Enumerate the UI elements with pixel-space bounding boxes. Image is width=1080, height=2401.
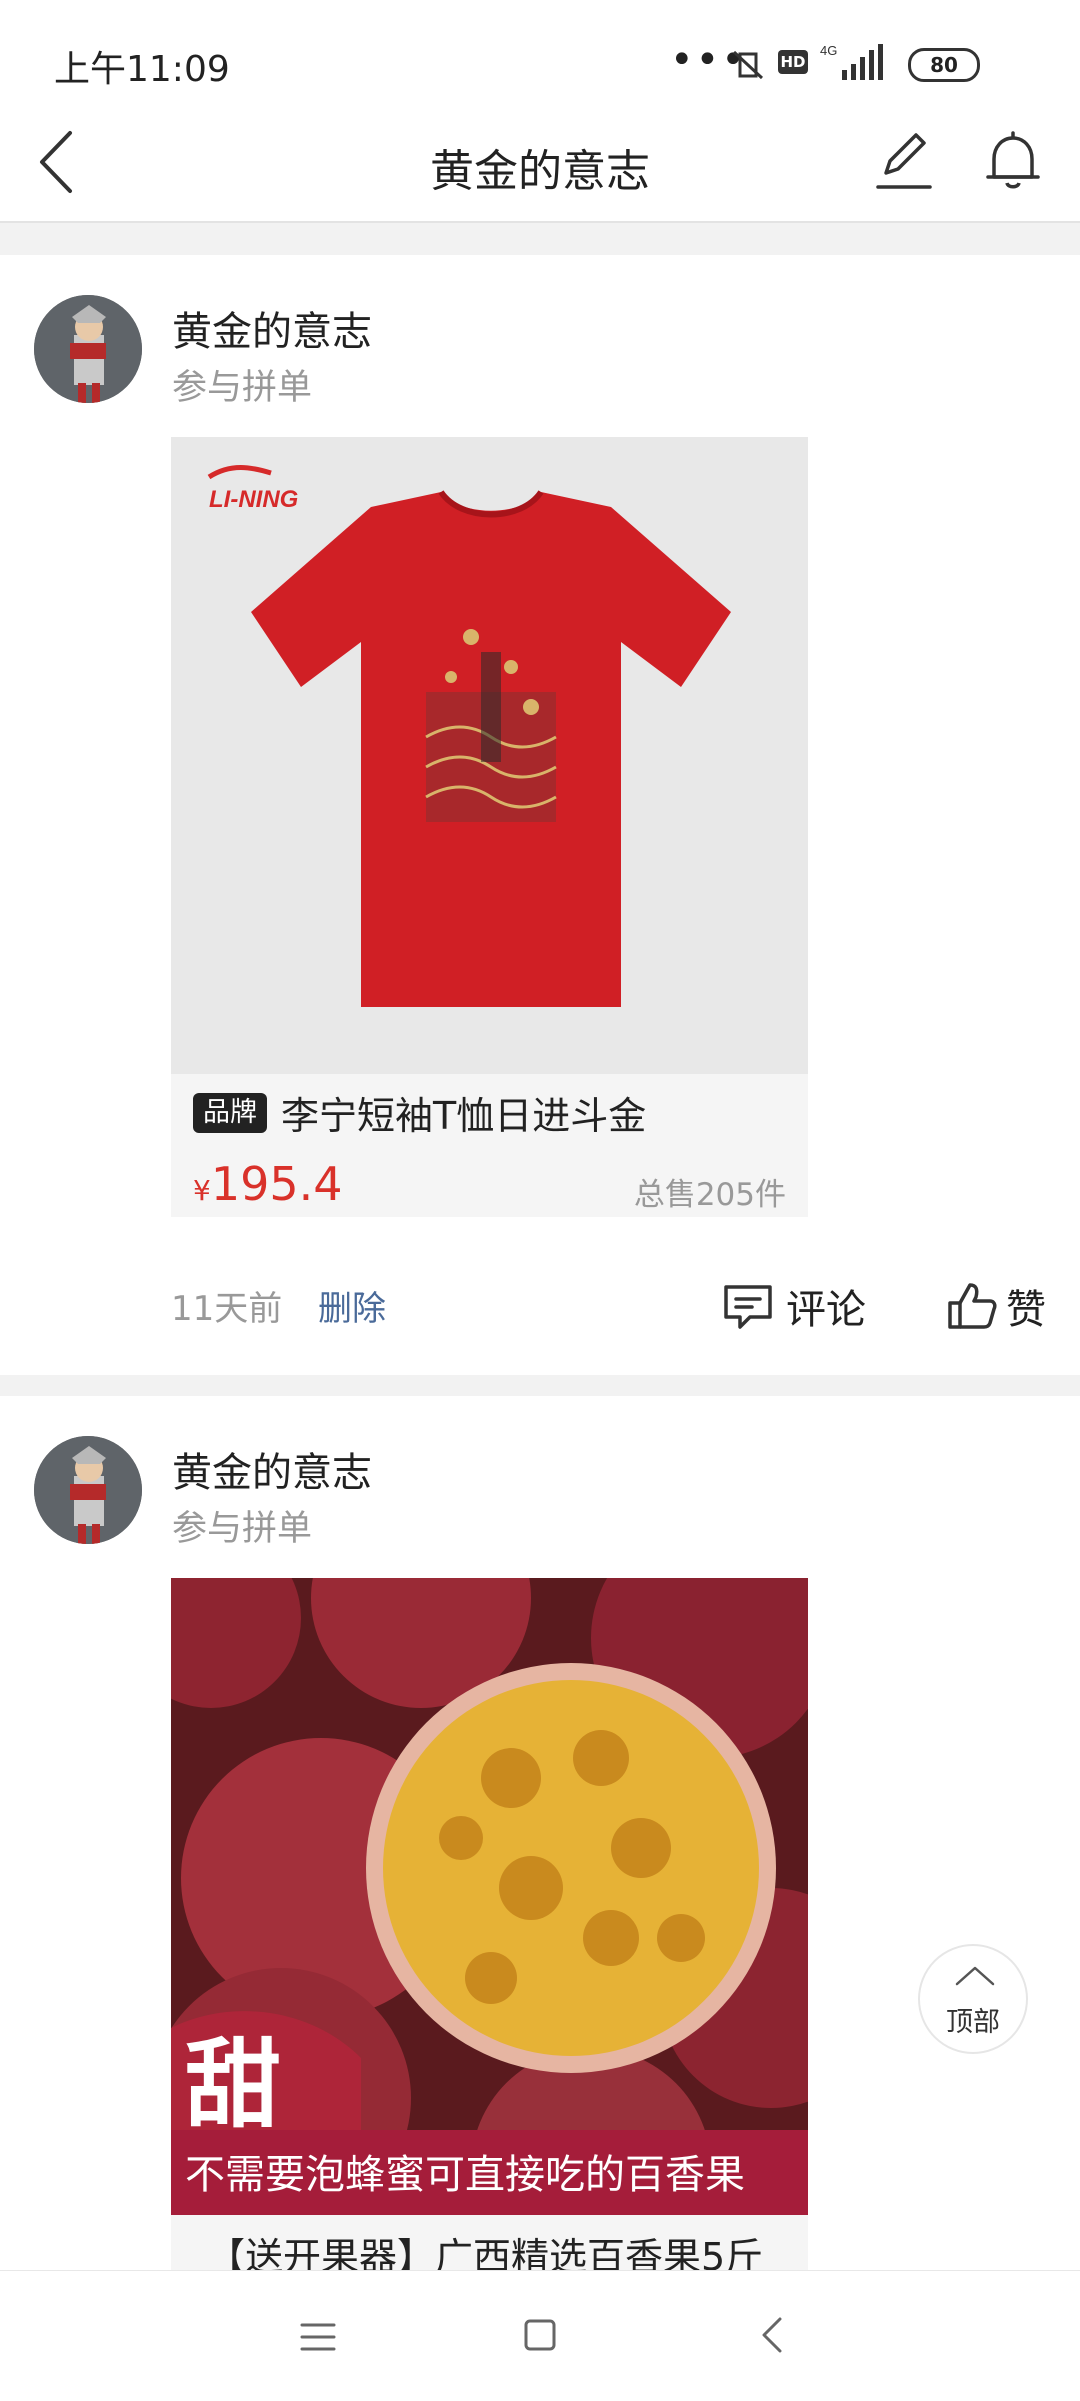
- price-currency: ¥: [193, 1174, 211, 1207]
- signal-4g-icon: 4G: [820, 43, 883, 80]
- product-card[interactable]: 甜 不需要泡蜂蜜可直接吃的百香果 【送开果器】广西精选百香果5斤: [171, 1578, 808, 2279]
- battery-indicator: 80: [908, 48, 980, 82]
- post-username[interactable]: 黄金的意志: [172, 1440, 372, 1498]
- product-card[interactable]: LI-NING 品牌 李宁短袖T恤日进斗金 ¥195.4 总售205件: [171, 437, 808, 1217]
- back-to-top-button[interactable]: 顶部: [918, 1944, 1028, 2054]
- image-banner-text: 不需要泡蜂蜜可直接吃的百香果: [185, 2152, 745, 2198]
- image-big-text: 甜: [185, 2029, 281, 2141]
- brand-tag: 品牌: [193, 1093, 267, 1133]
- post-username[interactable]: 黄金的意志: [172, 299, 372, 357]
- post-time: 11天前: [171, 1289, 283, 1329]
- product-price: ¥195.4: [193, 1157, 343, 1211]
- chevron-up-icon: [955, 1966, 995, 1986]
- product-image: LI-NING: [171, 437, 808, 1074]
- status-icons: ••• HD 4G 80: [660, 40, 1080, 90]
- avatar-image: [34, 295, 142, 403]
- product-image: 甜 不需要泡蜂蜜可直接吃的百香果: [171, 1578, 808, 2215]
- menu-icon[interactable]: [298, 2317, 338, 2357]
- nav-bar: 黄金的意志: [0, 105, 1080, 223]
- hd-icon: HD: [778, 50, 808, 74]
- avatar[interactable]: [34, 1436, 142, 1544]
- post-subtitle: 参与拼单: [172, 368, 313, 408]
- avatar[interactable]: [34, 295, 142, 403]
- status-bar: 上午11:09 ••• HD 4G 80: [0, 0, 1080, 105]
- bell-icon[interactable]: [978, 125, 1048, 195]
- comment-icon: [724, 1285, 772, 1329]
- network-label: 4G: [820, 43, 837, 58]
- back-to-top-label: 顶部: [946, 2007, 1000, 2038]
- avatar-image: [34, 1436, 142, 1544]
- thumbs-up-icon: [948, 1283, 997, 1329]
- comment-label: 评论: [786, 1287, 866, 1333]
- product-title: 李宁短袖T恤日进斗金: [281, 1094, 647, 1138]
- back-arrow-icon[interactable]: [30, 127, 90, 197]
- status-time: 上午11:09: [54, 49, 230, 90]
- post-card: 黄金的意志 参与拼单 LI-NING 品牌 李宁短袖T恤日进斗金 ¥195.4 …: [0, 255, 1080, 1375]
- post-subtitle: 参与拼单: [172, 1509, 313, 1549]
- price-value: 195.4: [210, 1157, 343, 1211]
- edit-pencil-icon[interactable]: [868, 125, 938, 195]
- sold-count: 总售205件: [633, 1177, 786, 1213]
- system-back-icon[interactable]: [752, 2315, 792, 2355]
- like-label: 赞: [1006, 1287, 1046, 1333]
- delete-link[interactable]: 删除: [318, 1281, 386, 1330]
- brand-logo-text: LI-NING: [209, 486, 298, 513]
- system-nav-bar: [0, 2270, 1080, 2401]
- home-square-icon[interactable]: [520, 2315, 560, 2355]
- post-card: 黄金的意志 参与拼单 甜 不需要泡蜂蜜可直接吃的百香果 【送开果器】广西精选百香…: [0, 1396, 1080, 2279]
- vibrate-off-icon: [732, 50, 764, 80]
